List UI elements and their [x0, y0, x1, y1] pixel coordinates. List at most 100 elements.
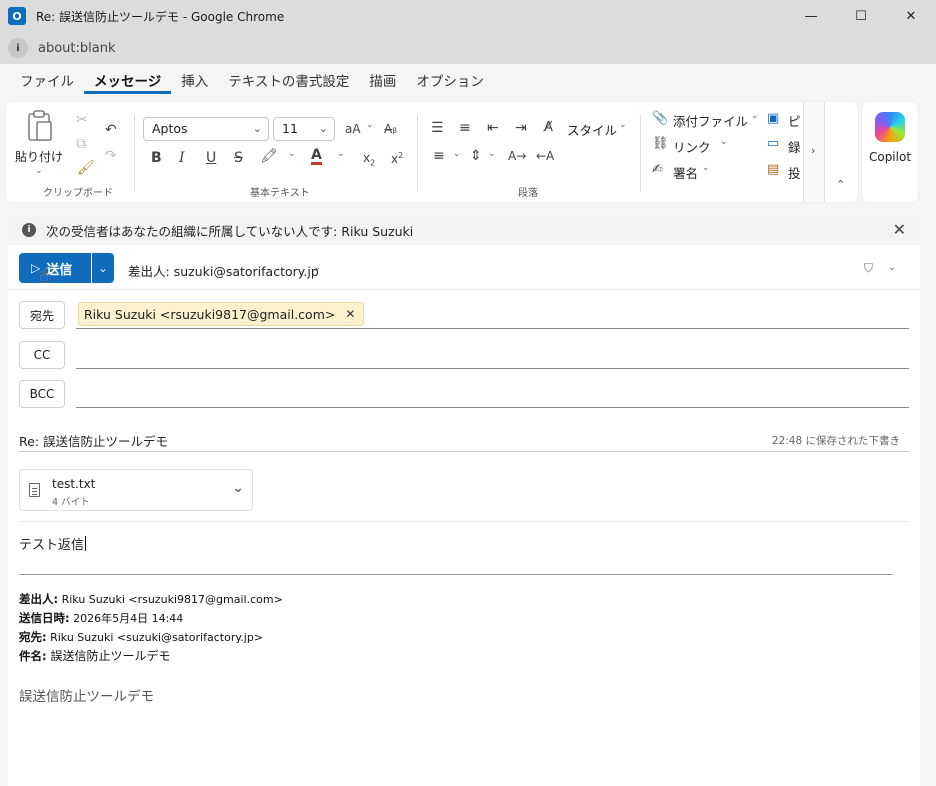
attachment-card[interactable]: test.txt 4 バイト ⌄ — [19, 469, 253, 511]
ltr-icon[interactable]: A→ — [508, 148, 526, 164]
styles-icon[interactable]: A̸ — [544, 120, 553, 136]
line-spacing-icon[interactable]: ⇕ — [470, 148, 482, 164]
attach-file-label[interactable]: 添付ファイル — [673, 111, 748, 130]
ribbon-panel: 貼り付け ⌄ ✂ ⧉ 🖌 ↶ ↷ クリップボード Aptos ⌄ 11 ⌄ aA ⌄… — [6, 102, 858, 202]
superscript-icon[interactable]: x2 — [391, 148, 403, 167]
link-label[interactable]: リンク — [673, 137, 711, 156]
site-info-icon[interactable]: i — [8, 38, 28, 58]
message-body[interactable]: テスト返信 — [19, 534, 87, 553]
url-text[interactable]: about:blank — [38, 41, 116, 56]
cc-field[interactable] — [76, 368, 909, 369]
line-spacing-dropdown-icon[interactable]: ⌄ — [488, 149, 496, 159]
tab-file[interactable]: ファイル — [10, 72, 84, 94]
underline-icon[interactable]: U — [206, 150, 216, 166]
subject-underline — [19, 451, 909, 452]
minimize-button[interactable]: — — [786, 0, 836, 32]
quote-divider — [19, 574, 893, 575]
tab-message[interactable]: メッセージ — [84, 72, 172, 94]
attachment-size: 4 バイト — [52, 497, 90, 508]
signature-label[interactable]: 署名 — [673, 163, 698, 182]
bcc-field[interactable] — [76, 407, 909, 408]
quoted-from: 差出人: Riku Suzuki <rsuzuki9817@gmail.com> — [19, 592, 283, 606]
send-options-button[interactable]: ⌄ — [92, 253, 114, 283]
divider — [8, 289, 920, 290]
font-size-select[interactable]: 11 ⌄ — [273, 117, 335, 141]
sensitivity-chevron-icon[interactable]: ⌄ — [888, 262, 896, 273]
subject-field[interactable]: Re: 誤送信防止ツールデモ — [19, 431, 168, 450]
quoted-sent: 送信日時: 2026年5月4日 14:44 — [19, 611, 184, 625]
to-button[interactable]: 宛先 — [19, 301, 65, 329]
change-case-icon[interactable]: aA — [345, 121, 361, 137]
clipboard-group-label: クリップボード — [43, 188, 113, 199]
paste-dropdown-icon[interactable]: ⌄ — [35, 166, 43, 176]
tab-draw[interactable]: 描画 — [359, 72, 406, 94]
font-color-icon[interactable]: A — [311, 148, 322, 165]
italic-icon[interactable]: I — [179, 150, 185, 166]
collapse-ribbon-icon[interactable]: ⌃ — [836, 178, 845, 191]
signature-dropdown-icon[interactable]: ⌄ — [702, 163, 710, 173]
highlight-dropdown-icon[interactable]: ⌄ — [288, 149, 296, 159]
to-field[interactable] — [76, 328, 909, 329]
cc-button[interactable]: CC — [19, 341, 65, 369]
bold-icon[interactable]: B — [151, 150, 162, 166]
recipient-chip[interactable]: Riku Suzuki <rsuzuki9817@gmail.com> ✕ — [78, 302, 365, 326]
clear-formatting-icon[interactable]: A̶ᵦ — [384, 121, 397, 137]
divider — [19, 521, 909, 522]
insert-truncated-1[interactable]: ピ — [788, 111, 801, 130]
from-selector[interactable]: 差出人: suzuki@satorifactory.jp — [128, 261, 319, 280]
ribbon-scroll-right-button[interactable]: › — [803, 102, 825, 202]
copilot-button[interactable]: Copilot — [862, 102, 918, 202]
tab-format-text[interactable]: テキストの書式設定 — [218, 72, 359, 94]
align-icon[interactable]: ≡ — [433, 148, 445, 164]
window-title: Re: 誤送信防止ツールデモ - Google Chrome — [36, 9, 285, 24]
font-name-select[interactable]: Aptos ⌄ — [143, 117, 269, 141]
undo-icon[interactable]: ↶ — [105, 122, 117, 138]
subscript-icon[interactable]: x2 — [363, 150, 375, 171]
poll-icon[interactable]: ▤ — [767, 162, 779, 178]
numbering-icon[interactable]: ≡ — [459, 120, 471, 136]
attachment-options-icon[interactable]: ⌄ — [232, 480, 244, 496]
attach-file-dropdown-icon[interactable]: ⌄ — [751, 111, 759, 121]
link-icon[interactable]: ⛓ — [652, 136, 669, 152]
font-color-dropdown-icon[interactable]: ⌄ — [337, 149, 345, 159]
paste-icon[interactable] — [26, 110, 54, 142]
tab-insert[interactable]: 挿入 — [171, 72, 218, 94]
cut-icon: ✂ — [76, 112, 88, 128]
signature-icon[interactable]: ✍ — [652, 162, 663, 178]
ribbon-tabs: ファイル メッセージ 挿入 テキストの書式設定 描画 オプション — [10, 72, 494, 94]
picture-icon[interactable]: ▣ — [767, 111, 779, 127]
insert-truncated-3[interactable]: 投 — [788, 163, 801, 182]
tab-options[interactable]: オプション — [406, 72, 494, 94]
styles-dropdown-icon[interactable]: ⌄ — [619, 120, 627, 130]
format-painter-icon[interactable]: 🖌 — [77, 160, 95, 176]
record-icon[interactable]: ▭ — [767, 136, 779, 152]
align-dropdown-icon[interactable]: ⌄ — [453, 149, 461, 159]
paste-label[interactable]: 貼り付け — [15, 148, 63, 165]
paperclip-icon[interactable]: 📎 — [652, 111, 668, 127]
from-chevron-icon[interactable]: ⌄ — [313, 262, 321, 273]
bullets-icon[interactable]: ☰ — [431, 120, 444, 136]
insert-truncated-2[interactable]: 録 — [788, 137, 801, 156]
copilot-icon — [875, 112, 905, 142]
close-window-button[interactable]: ✕ — [886, 0, 936, 32]
increase-indent-icon[interactable]: ⇥ — [515, 120, 527, 136]
strikethrough-icon[interactable]: S — [234, 150, 243, 166]
outlook-icon: O — [8, 7, 30, 25]
mouse-cursor-icon: ☝ — [38, 263, 51, 287]
close-icon[interactable]: ✕ — [893, 220, 906, 239]
quoted-to: 宛先: Riku Suzuki <suzuki@satorifactory.jp… — [19, 630, 264, 644]
decrease-indent-icon[interactable]: ⇤ — [487, 120, 499, 136]
text-caret — [85, 536, 87, 551]
rtl-icon[interactable]: ←A — [536, 148, 554, 164]
change-case-dropdown-icon[interactable]: ⌄ — [366, 120, 374, 130]
chevron-down-icon: ⌄ — [252, 122, 262, 135]
highlight-icon[interactable]: 🖍 — [260, 148, 278, 164]
paragraph-group-label: 段落 — [518, 188, 538, 199]
bcc-button[interactable]: BCC — [19, 380, 65, 408]
styles-label[interactable]: スタイル — [567, 120, 617, 139]
sensitivity-icon[interactable]: ⛉ — [864, 261, 873, 276]
remove-recipient-icon[interactable]: ✕ — [345, 307, 355, 321]
maximize-button[interactable]: ☐ — [836, 0, 886, 32]
send-button[interactable]: ▷ 送信 — [19, 253, 91, 283]
link-dropdown-icon[interactable]: ⌄ — [720, 137, 728, 147]
